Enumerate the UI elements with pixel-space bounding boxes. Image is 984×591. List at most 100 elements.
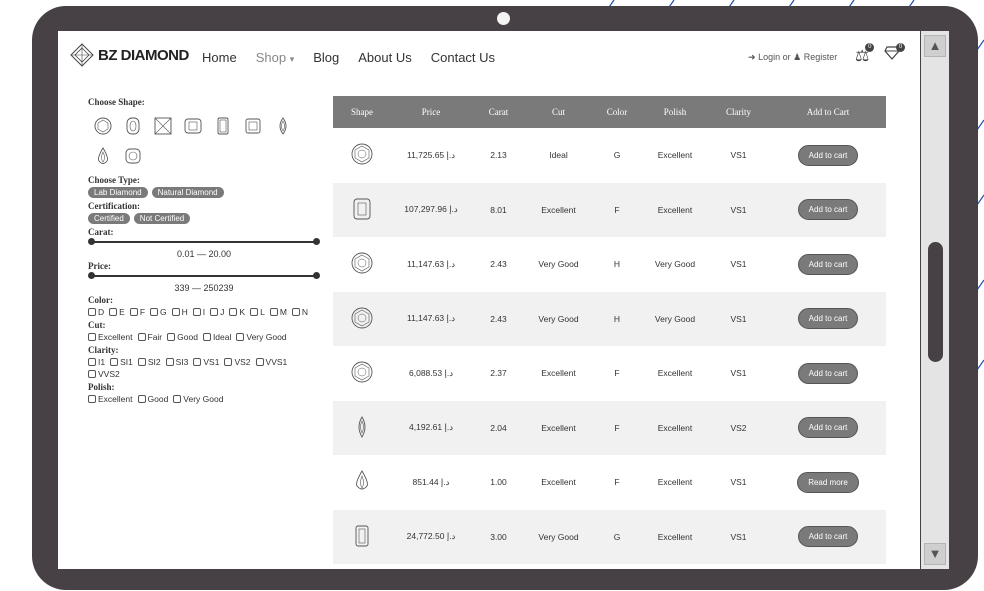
shape-radiant-button[interactable] xyxy=(178,111,208,141)
price-min-handle[interactable] xyxy=(88,272,95,279)
checkbox-icon[interactable] xyxy=(224,358,233,366)
carat-slider[interactable] xyxy=(88,238,320,246)
checkbox-icon[interactable] xyxy=(137,358,146,366)
carat-min-handle[interactable] xyxy=(88,238,95,245)
scroll-up-icon[interactable]: ▲ xyxy=(924,35,946,57)
type-lab-diamond[interactable]: Lab Diamond xyxy=(88,187,148,198)
header-polish[interactable]: Polish xyxy=(643,107,707,117)
table-row[interactable]: 6,088.53 د.إ 2.37 Excellent F Excellent VS1 Ad… xyxy=(333,346,886,401)
checkbox-icon[interactable] xyxy=(88,333,96,341)
color-option[interactable]: E xyxy=(109,307,125,317)
table-row[interactable]: 851.44 د.إ 1.00 Excellent F Excellent VS1 Read… xyxy=(333,455,886,510)
wishlist-button[interactable]: 0 xyxy=(884,43,905,65)
checkbox-icon[interactable] xyxy=(129,308,138,316)
shape-marquise-button[interactable] xyxy=(268,111,298,141)
checkbox-icon[interactable] xyxy=(150,308,159,316)
checkbox-icon[interactable] xyxy=(165,358,174,366)
polish-option[interactable]: Good xyxy=(137,394,168,404)
cert-not-certified[interactable]: Not Certified xyxy=(133,213,191,224)
header-price[interactable]: Price xyxy=(391,107,471,117)
read-more-button[interactable]: Read more xyxy=(797,471,859,493)
cut-option[interactable]: Excellent xyxy=(88,332,133,342)
checkbox-icon[interactable] xyxy=(229,308,238,316)
table-row[interactable]: 11,725.65 د.إ 2.13 Ideal G Excellent VS1 Add t… xyxy=(333,128,886,183)
header-color[interactable]: Color xyxy=(591,107,643,117)
cut-option[interactable]: Very Good xyxy=(236,332,287,342)
color-option[interactable]: I xyxy=(192,307,205,317)
clarity-option[interactable]: VVS2 xyxy=(88,369,120,379)
login-link[interactable]: Login xyxy=(758,52,780,62)
nav-contact[interactable]: Contact Us xyxy=(431,50,495,65)
compare-button[interactable]: ⚖ 0 xyxy=(855,43,875,66)
color-option[interactable]: L xyxy=(250,307,265,317)
nav-blog[interactable]: Blog xyxy=(313,50,339,65)
price-slider[interactable] xyxy=(88,272,320,280)
checkbox-icon[interactable] xyxy=(167,333,176,341)
clarity-option[interactable]: VVS1 xyxy=(255,357,287,367)
cut-option[interactable]: Fair xyxy=(137,332,162,342)
checkbox-icon[interactable] xyxy=(109,308,118,316)
shape-cushion-button[interactable] xyxy=(118,111,148,141)
shape-oval-button[interactable] xyxy=(118,141,148,171)
polish-option[interactable]: Very Good xyxy=(173,394,223,404)
checkbox-icon[interactable] xyxy=(88,370,96,378)
color-option[interactable]: J xyxy=(210,307,224,317)
header-clarity[interactable]: Clarity xyxy=(707,107,770,117)
shape-pear-button[interactable] xyxy=(88,141,118,171)
logo[interactable]: BZ DIAMOND xyxy=(70,43,189,67)
color-option[interactable]: D xyxy=(88,307,104,317)
checkbox-icon[interactable] xyxy=(269,308,278,316)
color-option[interactable]: G xyxy=(150,307,167,317)
scroll-down-icon[interactable]: ▼ xyxy=(924,543,946,565)
carat-max-handle[interactable] xyxy=(313,238,320,245)
add-to-cart-button[interactable]: Add to cart xyxy=(797,526,859,548)
cut-option[interactable]: Good xyxy=(167,332,198,342)
clarity-option[interactable]: VS1 xyxy=(193,357,219,367)
header-cut[interactable]: Cut xyxy=(526,107,591,117)
checkbox-icon[interactable] xyxy=(137,333,146,341)
checkbox-icon[interactable] xyxy=(291,308,300,316)
scrollbar-thumb[interactable] xyxy=(928,242,943,362)
clarity-option[interactable]: SI2 xyxy=(137,357,161,367)
add-to-cart-button[interactable]: Add to cart xyxy=(797,308,859,330)
checkbox-icon[interactable] xyxy=(171,308,180,316)
checkbox-icon[interactable] xyxy=(255,358,264,366)
table-row[interactable]: 107,297.96 د.إ 8.01 Excellent F Excellent VS1… xyxy=(333,182,886,237)
color-option[interactable]: H xyxy=(171,307,188,317)
checkbox-icon[interactable] xyxy=(192,308,201,316)
checkbox-icon[interactable] xyxy=(110,358,119,366)
cut-option[interactable]: Ideal xyxy=(202,332,231,342)
clarity-option[interactable]: VS2 xyxy=(224,357,251,367)
shape-emerald-button[interactable] xyxy=(208,111,238,141)
add-to-cart-button[interactable]: Add to cart xyxy=(797,362,859,384)
add-to-cart-button[interactable]: Add to cart xyxy=(797,199,859,221)
checkbox-icon[interactable] xyxy=(88,308,96,316)
add-to-cart-button[interactable]: Add to cart xyxy=(797,417,859,439)
header-shape[interactable]: Shape xyxy=(333,107,391,117)
type-natural-diamond[interactable]: Natural Diamond xyxy=(151,187,224,198)
checkbox-icon[interactable] xyxy=(88,358,96,366)
color-option[interactable]: F xyxy=(129,307,145,317)
checkbox-icon[interactable] xyxy=(250,308,259,316)
clarity-option[interactable]: SI1 xyxy=(110,357,133,367)
color-option[interactable]: K xyxy=(229,307,245,317)
nav-shop[interactable]: Shop ▾ xyxy=(256,50,295,65)
cert-certified[interactable]: Certified xyxy=(88,213,130,224)
add-to-cart-button[interactable]: Add to cart xyxy=(797,253,859,275)
table-row[interactable]: 24,772.50 د.إ 3.00 Very Good G Excellent VS1 A… xyxy=(333,509,886,564)
checkbox-icon[interactable] xyxy=(137,395,146,403)
table-row[interactable]: 11,147.63 د.إ 2.43 Very Good H Very Good VS1 A… xyxy=(333,291,886,346)
shape-princess-button[interactable] xyxy=(238,111,268,141)
register-link[interactable]: Register xyxy=(804,52,838,62)
nav-home[interactable]: Home xyxy=(202,50,237,65)
checkbox-icon[interactable] xyxy=(210,308,219,316)
header-carat[interactable]: Carat xyxy=(471,107,526,117)
checkbox-icon[interactable] xyxy=(202,333,211,341)
checkbox-icon[interactable] xyxy=(173,395,182,403)
nav-about[interactable]: About Us xyxy=(358,50,411,65)
color-option[interactable]: N xyxy=(291,307,308,317)
add-to-cart-button[interactable]: Add to cart xyxy=(797,144,859,166)
table-row[interactable]: 11,147.63 د.إ 2.43 Very Good H Very Good VS1 A… xyxy=(333,237,886,292)
polish-option[interactable]: Excellent xyxy=(88,394,133,404)
table-row[interactable]: 4,192.61 د.إ 2.04 Excellent F Excellent VS2 Ad… xyxy=(333,400,886,455)
